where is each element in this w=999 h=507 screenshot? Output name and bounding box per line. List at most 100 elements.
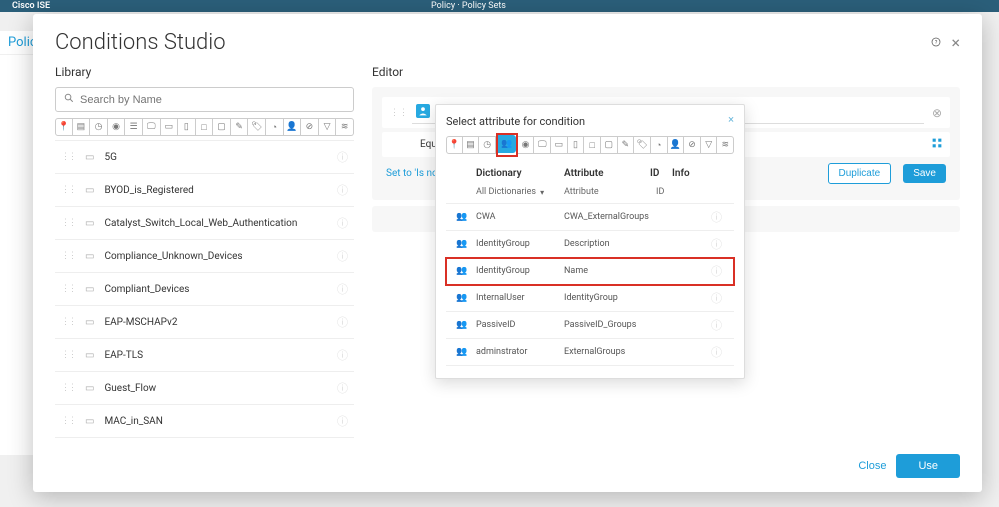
- library-item[interactable]: ⋮⋮▭EAP-MSCHAPv2ⓘ: [55, 306, 354, 339]
- popup-close-icon[interactable]: ×: [728, 113, 734, 126]
- list-filter-icon[interactable]: ▤: [463, 136, 480, 154]
- funnel-filter-icon[interactable]: ▽: [319, 118, 337, 136]
- library-item[interactable]: ⋮⋮▭Compliance_Unknown_Devicesⓘ: [55, 240, 354, 273]
- device-filter-icon[interactable]: ▭: [161, 118, 179, 136]
- attribute-row[interactable]: 👥adminstratorExternalGroupsⓘ: [446, 339, 734, 366]
- info-icon[interactable]: ⓘ: [711, 209, 722, 225]
- clear-attribute-icon[interactable]: ⊗: [932, 106, 942, 120]
- library-item[interactable]: ⋮⋮▭Guest_Flowⓘ: [55, 372, 354, 405]
- drag-handle-icon[interactable]: ⋮⋮: [61, 185, 75, 195]
- drag-icon[interactable]: ⋮⋮: [390, 108, 412, 118]
- ban-filter-icon[interactable]: ⊘: [684, 136, 701, 154]
- tag-filter-icon[interactable]: 🏷: [634, 136, 651, 154]
- pin-filter-icon[interactable]: 📍: [446, 136, 463, 154]
- row-attribute: ExternalGroups: [564, 347, 711, 357]
- info-icon[interactable]: ⓘ: [711, 290, 722, 306]
- device-filter-icon[interactable]: ▭: [551, 136, 568, 154]
- drag-handle-icon[interactable]: ⋮⋮: [61, 317, 75, 327]
- library-item[interactable]: ⋮⋮▭5Gⓘ: [55, 141, 354, 174]
- info-icon[interactable]: ⓘ: [337, 215, 348, 231]
- library-item[interactable]: ⋮⋮▭MAC_in_SANⓘ: [55, 405, 354, 438]
- breadcrumb: Policy · Policy Sets: [431, 1, 506, 11]
- library-item-label: Compliant_Devices: [104, 284, 327, 295]
- list-filter-icon[interactable]: ▤: [73, 118, 91, 136]
- wifi-filter-icon[interactable]: ≋: [336, 118, 354, 136]
- user-filter-icon[interactable]: 👤: [284, 118, 302, 136]
- library-filter-bar: 📍▤◷◉☰🖵▭▯□▢✎🏷◔👤⊘▽≋: [55, 118, 354, 136]
- info-icon[interactable]: ⓘ: [337, 149, 348, 165]
- info-icon[interactable]: ⓘ: [711, 344, 722, 360]
- library-item[interactable]: ⋮⋮▭Catalyst_Switch_Local_Web_Authenticat…: [55, 207, 354, 240]
- info-icon[interactable]: ⓘ: [337, 182, 348, 198]
- drag-handle-icon[interactable]: ⋮⋮: [61, 383, 75, 393]
- attribute-filter-input[interactable]: Attribute: [564, 187, 650, 197]
- info-icon[interactable]: ⓘ: [711, 263, 722, 279]
- pencil-filter-icon[interactable]: ✎: [231, 118, 249, 136]
- monitor-filter-icon[interactable]: 🖵: [534, 136, 551, 154]
- identity-filter-icon[interactable]: 👥: [498, 135, 516, 153]
- drag-handle-icon[interactable]: ⋮⋮: [61, 416, 75, 426]
- info-icon[interactable]: ⓘ: [337, 380, 348, 396]
- use-button[interactable]: Use: [896, 454, 960, 478]
- attribute-rows: 👥CWACWA_ExternalGroupsⓘ👥IdentityGroupDes…: [446, 204, 734, 366]
- square-filter-icon[interactable]: ▢: [601, 136, 618, 154]
- clock2-filter-icon[interactable]: ◔: [651, 136, 668, 154]
- row-attribute: PassiveID_Groups: [564, 320, 711, 330]
- pencil-filter-icon[interactable]: ✎: [618, 136, 635, 154]
- duplicate-button[interactable]: Duplicate: [828, 163, 892, 184]
- close-modal-icon[interactable]: ×: [951, 33, 960, 52]
- attribute-row[interactable]: 👥IdentityGroupNameⓘ: [446, 258, 734, 285]
- square-filter-icon[interactable]: ▢: [213, 118, 231, 136]
- library-item-label: Guest_Flow: [104, 383, 327, 394]
- gauge-filter-icon[interactable]: ◉: [518, 136, 535, 154]
- library-item[interactable]: ⋮⋮▭BYOD_is_Registeredⓘ: [55, 174, 354, 207]
- library-item[interactable]: ⋮⋮▭Compliant_Devicesⓘ: [55, 273, 354, 306]
- drag-handle-icon[interactable]: ⋮⋮: [61, 251, 75, 261]
- file-filter-icon[interactable]: ▯: [568, 136, 585, 154]
- monitor-filter-icon[interactable]: 🖵: [143, 118, 161, 136]
- doc-filter-icon[interactable]: □: [584, 136, 601, 154]
- file-filter-icon[interactable]: ▯: [178, 118, 196, 136]
- info-icon[interactable]: ⓘ: [337, 347, 348, 363]
- info-icon[interactable]: ⓘ: [337, 314, 348, 330]
- identity-icon: 👥: [456, 212, 476, 222]
- info-icon[interactable]: ⓘ: [711, 236, 722, 252]
- help-icon[interactable]: ?: [931, 35, 941, 51]
- badge-filter-icon[interactable]: ☰: [125, 118, 143, 136]
- id-filter-input[interactable]: ID: [656, 187, 722, 197]
- library-search[interactable]: [55, 87, 354, 112]
- funnel-filter-icon[interactable]: ▽: [701, 136, 718, 154]
- library-search-input[interactable]: [80, 94, 345, 106]
- drag-handle-icon[interactable]: ⋮⋮: [61, 350, 75, 360]
- attribute-row[interactable]: 👥PassiveIDPassiveID_Groupsⓘ: [446, 312, 734, 339]
- library-item-label: MAC_in_SAN: [104, 416, 327, 427]
- grid-view-icon[interactable]: [932, 138, 942, 151]
- wifi-filter-icon[interactable]: ≋: [717, 136, 734, 154]
- attribute-row[interactable]: 👥InternalUserIdentityGroupⓘ: [446, 285, 734, 312]
- condition-block-icon: ▭: [85, 152, 94, 163]
- clock2-filter-icon[interactable]: ◔: [266, 118, 284, 136]
- clock-filter-icon[interactable]: ◷: [479, 136, 496, 154]
- drag-handle-icon[interactable]: ⋮⋮: [61, 152, 75, 162]
- drag-handle-icon[interactable]: ⋮⋮: [61, 284, 75, 294]
- library-panel: Library 📍▤◷◉☰🖵▭▯□▢✎🏷◔👤⊘▽≋ ⋮⋮▭5Gⓘ⋮⋮▭BYOD_…: [55, 65, 354, 444]
- drag-handle-icon[interactable]: ⋮⋮: [61, 218, 75, 228]
- ban-filter-icon[interactable]: ⊘: [301, 118, 319, 136]
- tag-filter-icon[interactable]: 🏷: [248, 118, 266, 136]
- pin-filter-icon[interactable]: 📍: [55, 118, 73, 136]
- attribute-row[interactable]: 👥IdentityGroupDescriptionⓘ: [446, 231, 734, 258]
- info-icon[interactable]: ⓘ: [337, 413, 348, 429]
- save-button[interactable]: Save: [903, 164, 946, 183]
- info-icon[interactable]: ⓘ: [711, 317, 722, 333]
- info-icon[interactable]: ⓘ: [337, 281, 348, 297]
- info-icon[interactable]: ⓘ: [337, 248, 348, 264]
- close-button[interactable]: Close: [858, 460, 886, 472]
- clock-filter-icon[interactable]: ◷: [90, 118, 108, 136]
- dictionary-filter-select[interactable]: All Dictionaries ▾: [476, 187, 558, 197]
- popup-filter-bar: 📍▤◷👥◉🖵▭▯□▢✎🏷◔👤⊘▽≋: [446, 136, 734, 154]
- attribute-row[interactable]: 👥CWACWA_ExternalGroupsⓘ: [446, 204, 734, 231]
- library-item[interactable]: ⋮⋮▭EAP-TLSⓘ: [55, 339, 354, 372]
- user-filter-icon[interactable]: 👤: [668, 136, 685, 154]
- gauge-filter-icon[interactable]: ◉: [108, 118, 126, 136]
- doc-filter-icon[interactable]: □: [196, 118, 214, 136]
